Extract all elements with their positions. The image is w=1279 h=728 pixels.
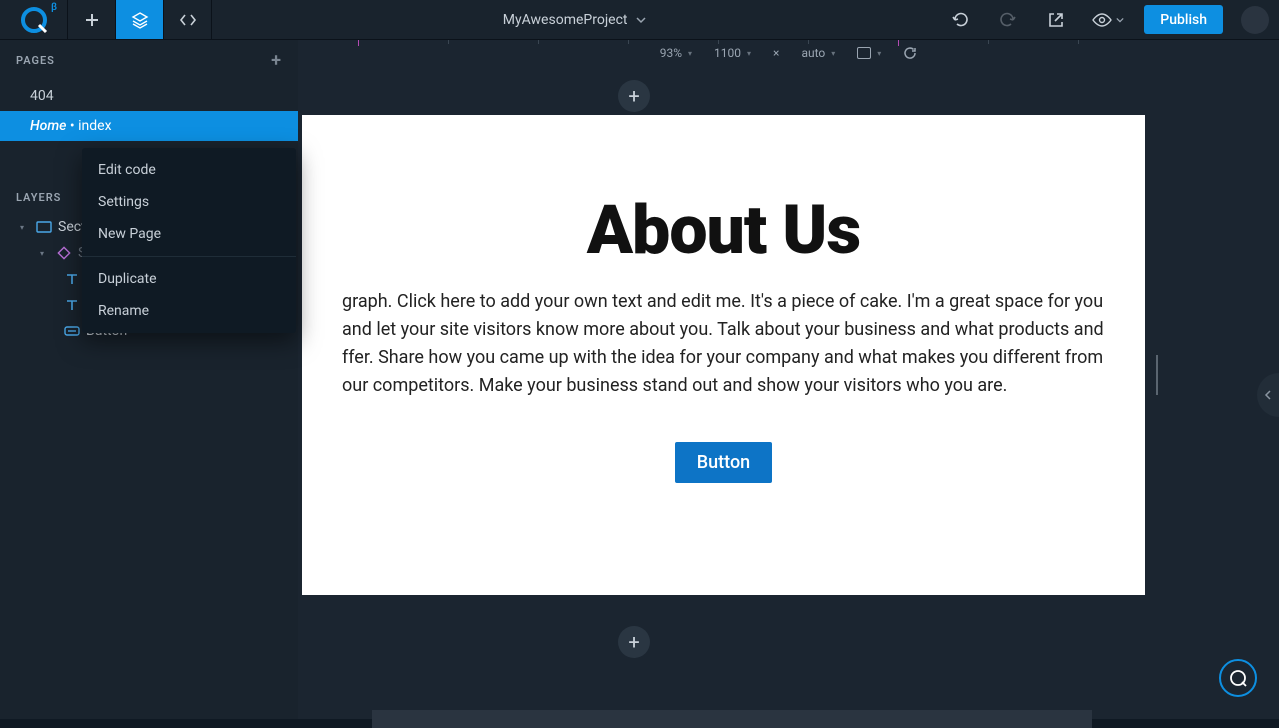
app-logo[interactable]: β [0, 0, 68, 39]
text-icon [64, 297, 80, 313]
caret-down-icon: ▾ [20, 223, 30, 232]
beta-badge: β [51, 2, 57, 13]
project-name: MyAwesomeProject [503, 12, 628, 28]
page-preview[interactable]: About Us graph. Click here to add your o… [302, 115, 1145, 595]
add-page-button[interactable]: + [271, 50, 282, 71]
context-menu: Edit code Settings New Page Duplicate Re… [82, 148, 296, 333]
redo-button[interactable] [984, 0, 1032, 39]
viewport-icon [857, 47, 871, 59]
preview-heading[interactable]: About Us [342, 190, 1105, 270]
topbar: β MyAwesomeProject Publish [0, 0, 1279, 40]
caret-down-icon: ▾ [40, 249, 50, 258]
help-chat-button[interactable] [1219, 659, 1257, 697]
sidebar: PAGES + 404 Home • index LAYERS ▾ Sect ▾… [0, 40, 298, 719]
preview-button[interactable] [1080, 0, 1136, 39]
diamond-icon [56, 245, 72, 261]
topbar-right: Publish [936, 0, 1279, 39]
ctx-duplicate[interactable]: Duplicate [82, 263, 296, 295]
dimension-separator: × [773, 46, 779, 60]
ctx-settings[interactable]: Settings [82, 186, 296, 218]
resize-handle[interactable] [1156, 355, 1158, 395]
section-icon [36, 219, 52, 235]
undo-button[interactable] [936, 0, 984, 39]
page-item-404[interactable]: 404 [0, 81, 298, 111]
refresh-button[interactable] [903, 46, 917, 60]
expand-right-panel-button[interactable] [1257, 373, 1279, 417]
add-section-top-button[interactable]: + [618, 80, 650, 112]
project-name-dropdown[interactable]: MyAwesomeProject [212, 0, 936, 39]
preview-paragraph[interactable]: graph. Click here to add your own text a… [342, 288, 1105, 400]
chevron-down-icon [636, 15, 646, 25]
viewport-control[interactable]: ▾ [857, 47, 881, 59]
add-section-bottom-button[interactable]: + [618, 626, 650, 658]
button-icon [64, 323, 80, 339]
canvas-area: 93%▾ 1100▾ × auto▾ ▾ + About Us graph. C… [298, 40, 1279, 719]
next-section-preview [372, 710, 1092, 728]
ctx-rename[interactable]: Rename [82, 295, 296, 327]
publish-button[interactable]: Publish [1144, 5, 1223, 34]
open-external-button[interactable] [1032, 0, 1080, 39]
ctx-edit-code[interactable]: Edit code [82, 154, 296, 186]
ctx-divider [82, 256, 296, 257]
width-control[interactable]: 1100▾ [714, 46, 751, 60]
chevron-down-icon [1116, 16, 1124, 24]
code-panel-button[interactable] [164, 0, 212, 39]
ruler [298, 40, 1279, 44]
add-button[interactable] [68, 0, 116, 39]
page-item-home[interactable]: Home • index [0, 111, 298, 141]
layers-panel-button[interactable] [116, 0, 164, 39]
text-icon [64, 271, 80, 287]
zoom-control[interactable]: 93%▾ [660, 46, 692, 60]
preview-button-element[interactable]: Button [675, 442, 772, 483]
height-control[interactable]: auto▾ [801, 46, 835, 60]
user-avatar[interactable] [1241, 6, 1269, 34]
ctx-new-page[interactable]: New Page [82, 218, 296, 250]
pages-header: PAGES + [0, 40, 298, 81]
